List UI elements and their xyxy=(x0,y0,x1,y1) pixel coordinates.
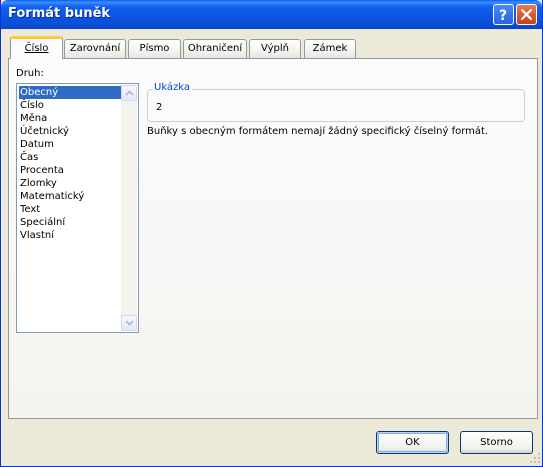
scroll-up-button[interactable] xyxy=(121,85,137,101)
tab-zarovnani[interactable]: Zarovnání xyxy=(64,39,126,58)
sample-value: 2 xyxy=(156,102,163,113)
chevron-up-icon xyxy=(125,90,134,96)
tab-vypln[interactable]: Výplň xyxy=(249,39,301,58)
help-button[interactable]: ? xyxy=(493,4,514,25)
category-item-datum[interactable]: Datum xyxy=(20,138,54,151)
category-item-ucetnicky[interactable]: Účetnický xyxy=(20,125,69,138)
ok-button[interactable]: OK xyxy=(376,431,449,454)
tab-label: Zámek xyxy=(312,43,348,54)
close-icon xyxy=(520,8,533,21)
sample-legend: Ukázka xyxy=(152,82,193,93)
title-bar[interactable]: Formát buněk ? xyxy=(1,0,542,29)
svg-text:?: ? xyxy=(499,8,507,24)
category-item-matematicky[interactable]: Matematický xyxy=(20,190,84,203)
sample-groupbox xyxy=(147,89,525,122)
category-item-obecny[interactable]: Obecný xyxy=(19,86,121,99)
list-scrollbar[interactable] xyxy=(121,85,137,331)
tab-label: Zarovnání xyxy=(69,43,121,54)
tab-label: Číslo xyxy=(24,43,49,54)
category-item-cas[interactable]: Čas xyxy=(20,151,38,164)
dialog-window: Formát buněk ? Číslo Zarovnání Písmo Ohr… xyxy=(0,0,543,467)
category-label: Druh: xyxy=(16,68,44,79)
question-mark-icon: ? xyxy=(499,8,507,24)
category-item-procenta[interactable]: Procenta xyxy=(20,164,64,177)
resize-grip-icon[interactable] xyxy=(529,452,541,464)
tab-label: Písmo xyxy=(139,43,170,54)
tab-cislo[interactable]: Číslo xyxy=(10,36,63,59)
category-item-mena[interactable]: Měna xyxy=(20,112,47,125)
category-item-zlomky[interactable]: Zlomky xyxy=(20,177,57,190)
category-item-text[interactable]: Text xyxy=(20,203,40,216)
tab-pismo[interactable]: Písmo xyxy=(128,39,181,58)
chevron-down-icon xyxy=(125,320,134,326)
tab-label: Výplň xyxy=(261,43,289,54)
dialog-title: Formát buněk xyxy=(8,6,111,21)
close-button[interactable] xyxy=(516,4,537,25)
category-item-specialni[interactable]: Speciální xyxy=(20,216,65,229)
category-item-vlastni[interactable]: Vlastní xyxy=(20,229,54,242)
category-listbox[interactable]: Obecný Číslo Měna Účetnický Datum Čas Pr… xyxy=(16,83,139,333)
tab-zamek[interactable]: Zámek xyxy=(304,39,356,58)
tab-ohraniceni[interactable]: Ohraničení xyxy=(183,39,247,58)
format-description: Buňky s obecným formátem nemají žádný sp… xyxy=(147,126,489,137)
cancel-button[interactable]: Storno xyxy=(460,431,533,454)
category-item-cislo[interactable]: Číslo xyxy=(20,99,44,112)
tab-label: Ohraničení xyxy=(187,43,243,54)
scroll-down-button[interactable] xyxy=(121,315,137,331)
